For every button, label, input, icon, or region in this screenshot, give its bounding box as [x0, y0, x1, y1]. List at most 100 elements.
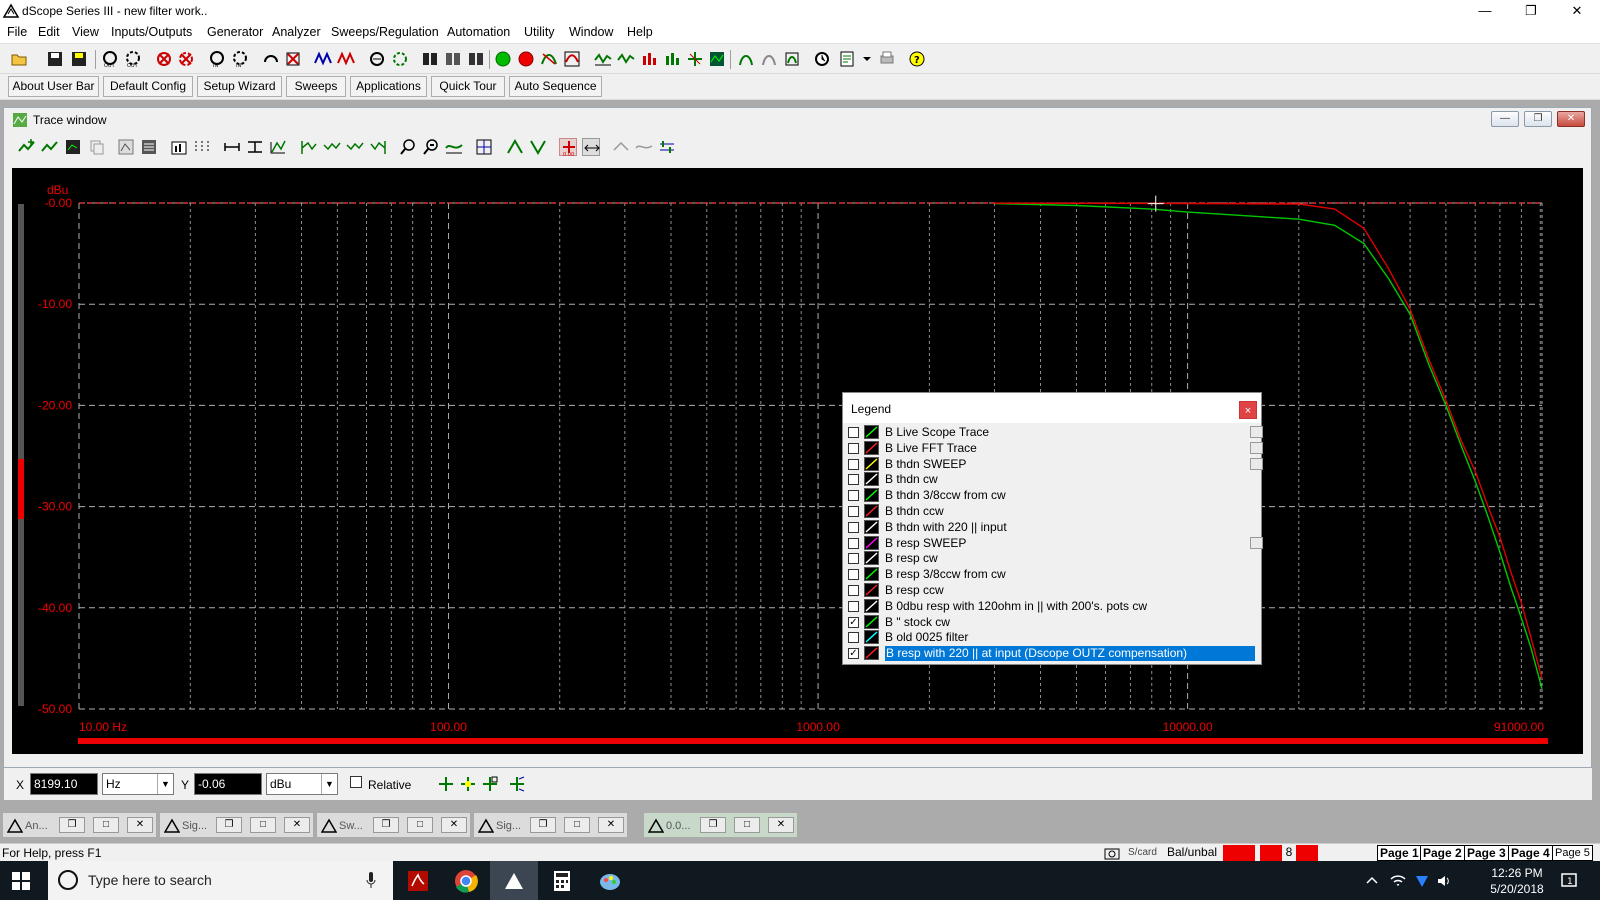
legend-item[interactable]: B thdn ccw	[845, 503, 1245, 519]
menu-utility[interactable]: Utility	[524, 25, 555, 39]
display-set-icon[interactable]	[140, 138, 158, 156]
save-trace-icon[interactable]	[64, 138, 82, 156]
move-cursor-icon[interactable]	[437, 775, 455, 793]
legend-item-checkbox[interactable]	[848, 458, 859, 470]
legend-item-checkbox[interactable]: ✓	[848, 616, 859, 628]
menu-inputs-outputs[interactable]: Inputs/Outputs	[111, 25, 192, 39]
menu-analyzer[interactable]: Analyzer	[272, 25, 321, 39]
legend-item[interactable]: B resp cw	[845, 550, 1245, 566]
split-trace-icon[interactable]	[686, 50, 704, 68]
copy-icon[interactable]	[1250, 441, 1263, 454]
maximize-button[interactable]: □	[407, 817, 433, 833]
restore-button[interactable]: ❐	[373, 817, 399, 833]
menu-file[interactable]: File	[7, 25, 27, 39]
legend-swatch-icon[interactable]	[864, 551, 879, 566]
legend-item[interactable]: B resp 3/8ccw from cw	[845, 566, 1245, 582]
wifi-icon[interactable]	[1390, 873, 1406, 889]
legend-item-checkbox[interactable]	[848, 427, 859, 438]
close-button[interactable]: ✕	[441, 817, 467, 833]
legend-item[interactable]: B resp SWEEP	[845, 535, 1263, 551]
menu-edit[interactable]: Edit	[38, 25, 60, 39]
legend-item-checkbox[interactable]: ✓	[848, 648, 859, 660]
save-as-icon[interactable]	[70, 50, 88, 68]
legend-item-checkbox[interactable]	[848, 474, 859, 486]
y-unit-select[interactable]: dBu ▼	[266, 773, 338, 795]
legend-swatch-icon[interactable]	[864, 614, 879, 629]
legend-item[interactable]: B thdn 3/8ccw from cw	[845, 487, 1245, 503]
legend-swatch-icon[interactable]	[864, 646, 879, 661]
maximize-button[interactable]: □	[564, 817, 590, 833]
windows-start-icon[interactable]	[12, 872, 30, 890]
overlay-icon[interactable]	[635, 138, 653, 156]
legend-swatch-icon[interactable]	[864, 598, 879, 613]
wave-off-icon[interactable]	[337, 50, 355, 68]
legend-item-checkbox[interactable]	[848, 632, 859, 644]
sweep-icon[interactable]	[540, 50, 558, 68]
y-scroll-track[interactable]	[18, 204, 24, 706]
bar-graph-icon[interactable]	[640, 50, 658, 68]
output-on-icon[interactable]: OUT	[101, 50, 119, 69]
add-trace-icon[interactable]	[18, 138, 36, 156]
peak-icon[interactable]	[506, 138, 524, 156]
restore-button[interactable]: ❐	[1508, 0, 1554, 22]
menu-generator[interactable]: Generator	[207, 25, 263, 39]
add-marker-icon[interactable]	[459, 775, 477, 793]
frequency-response-graph[interactable]: dBu-0.00 -10.00 -20.00 -30.00 -40.00 -50.00 10…	[12, 168, 1583, 754]
menu-window[interactable]: Window	[569, 25, 613, 39]
copy-icon[interactable]	[1250, 426, 1263, 438]
applications-button[interactable]: Applications	[350, 76, 427, 97]
legend-item-checkbox[interactable]	[848, 506, 859, 517]
trace-fft-icon[interactable]	[617, 50, 635, 68]
help-icon[interactable]: ?	[908, 50, 926, 68]
chevron-down-icon[interactable]	[858, 50, 876, 68]
menu-automation[interactable]: Automation	[447, 25, 510, 39]
zoom-x-icon[interactable]	[223, 138, 241, 156]
auto-off-icon[interactable]	[760, 50, 778, 68]
shield-icon[interactable]	[1414, 873, 1430, 889]
x-unit-select[interactable]: Hz ▼	[102, 773, 174, 795]
zoom-y-icon[interactable]	[246, 138, 264, 156]
x-value-field[interactable]: 8199.10	[30, 773, 98, 795]
menu-sweeps-regulation[interactable]: Sweeps/Regulation	[331, 25, 439, 39]
clock-icon[interactable]	[813, 50, 831, 68]
chevron-up-icon[interactable]	[1364, 873, 1380, 889]
paint-app[interactable]	[586, 861, 634, 900]
camera-icon[interactable]	[1104, 846, 1120, 860]
print-icon[interactable]	[878, 50, 896, 68]
legend-item[interactable]: B old 0025 filter	[845, 629, 1245, 645]
legend-swatch-icon[interactable]	[864, 488, 879, 503]
undo-icon[interactable]	[612, 138, 630, 156]
chrome-app[interactable]	[442, 861, 490, 900]
input-on-icon[interactable]: IN	[208, 50, 226, 69]
marker-export-icon[interactable]	[508, 775, 526, 793]
minimized-window[interactable]: Sw... ❐ □ ✕	[316, 812, 471, 838]
menu-view[interactable]: View	[72, 25, 99, 39]
wave-icon[interactable]	[314, 50, 332, 68]
setup-wizard-button[interactable]: Setup Wizard	[197, 76, 282, 97]
output-settings-icon[interactable]: OUT	[124, 50, 142, 69]
restore-button[interactable]: ❐	[530, 817, 556, 833]
legend-swatch-icon[interactable]	[864, 567, 879, 582]
trough-icon[interactable]	[529, 138, 547, 156]
report-icon[interactable]	[838, 50, 856, 68]
bar-graph-2-icon[interactable]	[663, 50, 681, 68]
graph-settings-icon[interactable]	[170, 138, 188, 156]
close-button[interactable]: ✕	[1554, 0, 1600, 22]
close-button[interactable]: ✕	[127, 817, 153, 833]
minimized-window-active[interactable]: 0.0... ❐ □ ✕	[643, 812, 798, 838]
legend-swatch-icon[interactable]	[864, 535, 879, 550]
legend-item[interactable]: ✓ B " stock cw	[845, 614, 1245, 630]
legend-swatch-icon[interactable]	[864, 425, 879, 439]
dscope-app[interactable]	[490, 861, 538, 900]
legend-item[interactable]: B 0dbu resp with 120ohm in || with 200's…	[845, 598, 1245, 614]
volume-icon[interactable]	[1436, 873, 1452, 889]
display-icon[interactable]	[117, 138, 135, 156]
page-2-tab[interactable]: Page 2	[1420, 845, 1465, 861]
zoom-in-icon[interactable]	[399, 138, 417, 156]
legend-item-checkbox[interactable]	[848, 537, 859, 549]
marker-left-icon[interactable]	[300, 138, 318, 156]
legend-item[interactable]: B Live Scope Trace	[845, 424, 1263, 440]
trace-restore-button[interactable]: ❐	[1524, 111, 1552, 127]
minimized-window[interactable]: Sig... ❐ □ ✕	[159, 812, 314, 838]
stop-generator-icon[interactable]	[284, 50, 302, 68]
